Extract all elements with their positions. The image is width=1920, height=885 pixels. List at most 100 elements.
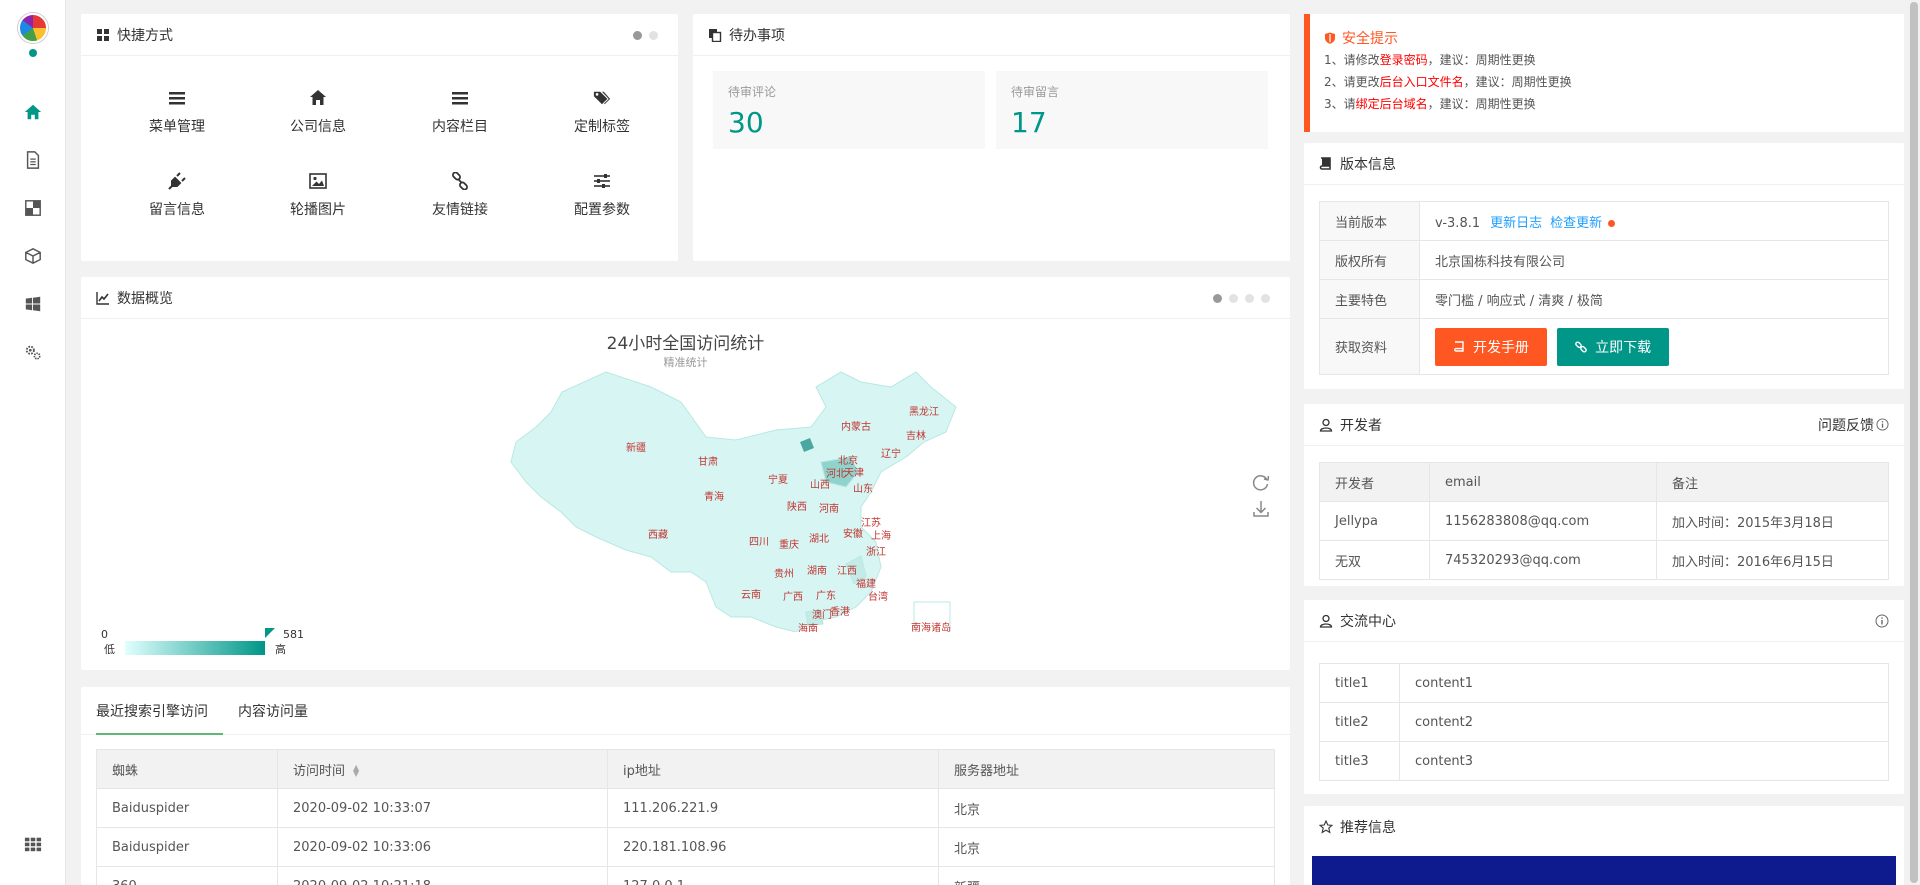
image-icon [248, 169, 388, 193]
legend-low: 低 [104, 643, 115, 656]
security-line: 3、请绑定后台域名，建议：周期性更换 [1324, 97, 1536, 111]
document-icon[interactable] [20, 147, 46, 173]
tab-content-visits[interactable]: 内容访问量 [238, 687, 323, 734]
developers-table: 开发者 email 备注 Jellypa 1156283808@qq.com 加… [1319, 462, 1889, 580]
info-icon [1876, 418, 1889, 431]
exchange-header: 交流中心 [1304, 600, 1904, 642]
line-chart-icon [96, 291, 110, 305]
settings-icon[interactable] [20, 339, 46, 365]
province-label: 吉林 [906, 429, 926, 442]
user-avatar[interactable] [18, 13, 48, 43]
data-overview-card: 数据概览 24小时全国访问统计 精准统计 黑龙江 吉林 辽宁 内蒙古 新疆 甘肃… [81, 277, 1290, 670]
pending-messages-box[interactable]: 待审留言 17 [996, 71, 1268, 149]
province-label: 贵州 [774, 567, 794, 580]
province-label: 天津 [844, 467, 864, 479]
table-row: 当前版本 v-3.8.1 更新日志 检查更新 [1319, 201, 1889, 241]
province-label: 辽宁 [881, 447, 901, 460]
shortcut-menu-manage[interactable]: 菜单管理 [107, 86, 247, 136]
list-icon [107, 86, 247, 110]
home-icon[interactable] [20, 99, 46, 125]
province-label: 广东 [816, 589, 836, 602]
home-icon [248, 86, 388, 110]
visits-table: 蜘蛛 访问时间 ▲ ▼ ip地址 服务器地址 Baiduspider 2020-09-… [96, 749, 1275, 885]
province-label: 浙江 [866, 546, 886, 558]
carousel-dots[interactable] [1213, 294, 1270, 303]
dev-manual-button[interactable]: 开发手册 [1435, 327, 1547, 366]
book-icon [1319, 156, 1333, 171]
shortcut-custom-tags[interactable]: 定制标签 [532, 86, 672, 136]
table-row: 3602020-09-02 10:21:18127.0.0.1新疆 [96, 866, 1275, 885]
province-label: 香港 [830, 606, 850, 618]
restore-icon[interactable] [1251, 472, 1271, 496]
table-row: title2 content2 [1319, 702, 1889, 742]
todo-title: 待办事项 [729, 27, 785, 44]
tab-search-engine-visits[interactable]: 最近搜索引擎访问 [96, 687, 223, 735]
developers-title: 开发者 [1340, 417, 1382, 434]
check-update-link[interactable]: 检查更新 [1550, 216, 1602, 231]
version-header: 版本信息 [1304, 143, 1904, 185]
exchange-card: 交流中心 title1 content1 title2 content2 title… [1304, 600, 1904, 794]
changelog-link[interactable]: 更新日志 [1490, 216, 1542, 231]
windows-icon[interactable] [20, 291, 46, 317]
plug-icon [107, 169, 247, 193]
feedback-link[interactable]: 问题反馈 [1818, 415, 1889, 435]
shortcut-friend-links[interactable]: 友情链接 [390, 169, 530, 219]
province-label: 北京 [838, 454, 858, 467]
shortcut-company-info[interactable]: 公司信息 [248, 86, 388, 136]
table-row: Baiduspider 2020-09-02 10:33:06 220.181.10… [96, 827, 1275, 867]
sliders-icon [532, 169, 672, 193]
pending-messages-count: 17 [1011, 106, 1047, 139]
table-row: title3 content3 [1319, 741, 1889, 781]
province-label: 山西 [810, 479, 830, 491]
link-icon [1575, 340, 1587, 353]
download-image-icon[interactable] [1251, 499, 1271, 523]
legend-high: 高 [275, 643, 286, 656]
apps-grid-icon[interactable] [20, 831, 46, 857]
download-now-button[interactable]: 立即下载 [1557, 327, 1670, 366]
pending-comments-box[interactable]: 待审评论 30 [713, 71, 985, 149]
province-label: 台湾 [868, 590, 888, 603]
sortable-column-visit-time[interactable]: 访问时间 ▲ ▼ [277, 749, 608, 789]
version-title: 版本信息 [1340, 156, 1396, 173]
shortcut-carousel-images[interactable]: 轮播图片 [248, 169, 388, 219]
province-label: 南海诸岛 [911, 621, 951, 632]
shortcut-content-columns[interactable]: 内容栏目 [390, 86, 530, 136]
carousel-dots[interactable] [633, 31, 658, 40]
book-icon [1454, 340, 1464, 352]
developers-card: 开发者 问题反馈 开发者 email 备注 Jellypa 1156283808… [1304, 404, 1904, 586]
legend-handle[interactable] [265, 628, 275, 638]
table-row: title1 content1 [1319, 663, 1889, 703]
shortcuts-card: 快捷方式 菜单管理 公司信息 内容栏目 定制标签 留言信息 轮播图片 友情链接 … [81, 14, 678, 261]
china-map[interactable]: 黑龙江 吉林 辽宁 内蒙古 新疆 甘肃 宁夏 北京 天津 河北 山西 山东 青海… [476, 332, 996, 632]
province-label: 福建 [856, 577, 876, 590]
cube-icon[interactable] [20, 243, 46, 269]
province-label: 内蒙古 [841, 420, 871, 433]
shortcut-messages[interactable]: 留言信息 [107, 169, 247, 219]
table-header-row: 蜘蛛 访问时间 ▲ ▼ ip地址 服务器地址 [96, 749, 1275, 789]
version-number: v-3.8.1 [1435, 215, 1481, 231]
page-scrollbar[interactable] [1908, 0, 1920, 885]
link-icon [390, 169, 530, 193]
visits-tabs: 最近搜索引擎访问 内容访问量 [81, 687, 1290, 735]
user-icon [1319, 418, 1333, 432]
pending-comments-count: 30 [728, 106, 764, 139]
province-label: 甘肃 [698, 455, 718, 468]
recommend-title: 推荐信息 [1340, 820, 1396, 836]
recommend-banner[interactable] [1312, 856, 1896, 885]
visits-card: 最近搜索引擎访问 内容访问量 蜘蛛 访问时间 ▲ ▼ ip地址 服务器地址 Baid… [81, 687, 1290, 885]
visual-map-bar[interactable] [125, 641, 265, 655]
modules-icon[interactable] [20, 195, 46, 221]
overview-title: 数据概览 [117, 290, 173, 307]
info-icon[interactable] [1875, 614, 1889, 628]
left-sidebar [0, 0, 66, 885]
province-label: 上海 [871, 529, 891, 542]
list-icon [390, 86, 530, 110]
update-badge-dot [1608, 219, 1616, 227]
developers-header: 开发者 问题反馈 [1304, 404, 1904, 446]
sort-icon[interactable]: ▲ ▼ [353, 764, 359, 778]
province-label: 澳门 [812, 608, 832, 621]
scrollbar-thumb[interactable] [1910, 2, 1918, 883]
shortcuts-header: 快捷方式 [81, 14, 678, 56]
shortcut-config-params[interactable]: 配置参数 [532, 169, 672, 219]
overview-header: 数据概览 [81, 277, 1290, 319]
